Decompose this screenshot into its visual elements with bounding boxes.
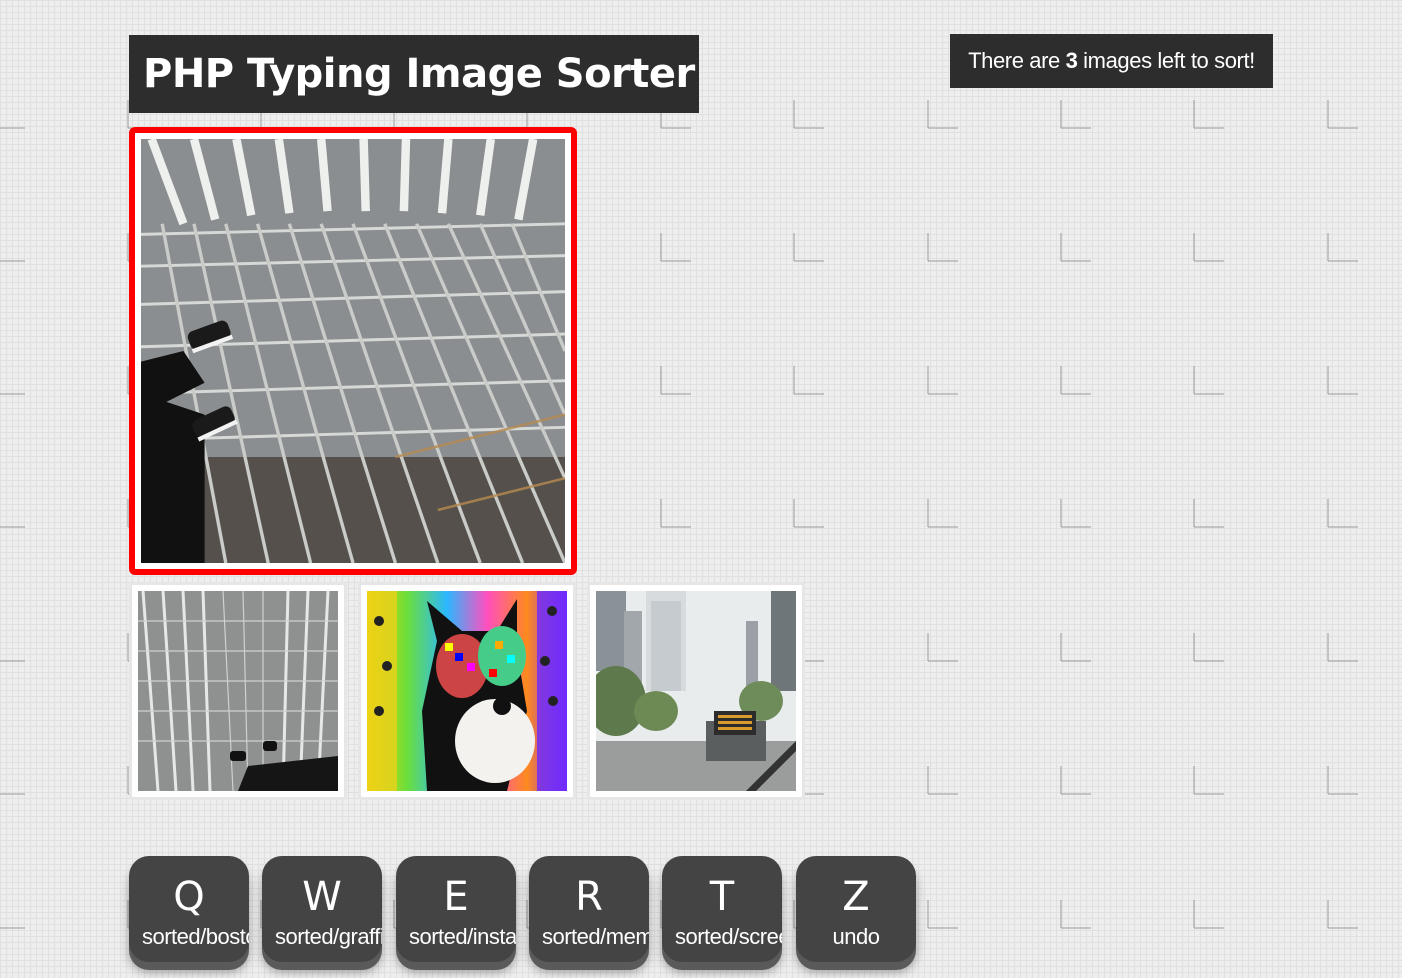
remaining-count: 3 <box>1065 48 1078 73</box>
thumbnail-3[interactable] <box>587 582 805 800</box>
thumbnail-image <box>596 591 796 791</box>
key-letter: R <box>575 874 603 920</box>
counter-prefix: There are <box>968 48 1066 73</box>
key-destination-label: sorted/screenshots <box>675 924 782 949</box>
key-q-button[interactable]: Q sorted/boston <box>129 856 249 962</box>
key-letter: W <box>302 874 342 920</box>
thumbnail-1[interactable] <box>129 582 347 800</box>
key-action-label: undo <box>832 924 880 949</box>
current-image-frame <box>129 127 577 575</box>
thumbnail-image <box>138 591 338 791</box>
key-destination-label: sorted/instagram <box>409 924 516 949</box>
key-z-undo-button[interactable]: Z undo <box>796 856 916 962</box>
key-w-button[interactable]: W sorted/graffiti <box>262 856 382 962</box>
key-letter: E <box>443 874 469 920</box>
page-title: PHP Typing Image Sorter <box>129 35 699 113</box>
key-letter: T <box>709 874 735 920</box>
counter-suffix: images left to sort! <box>1077 48 1255 73</box>
key-destination-label: sorted/boston <box>142 924 249 949</box>
key-t-button[interactable]: T sorted/screenshots <box>662 856 782 962</box>
thumbnail-2[interactable] <box>358 582 576 800</box>
key-letter: Z <box>842 874 870 920</box>
current-image <box>141 139 565 563</box>
key-letter: Q <box>173 874 205 920</box>
key-destination-label: sorted/graffiti <box>275 924 382 949</box>
key-e-button[interactable]: E sorted/instagram <box>396 856 516 962</box>
key-destination-label: sorted/memes <box>542 924 649 949</box>
images-remaining-counter: There are 3 images left to sort! <box>950 34 1273 88</box>
key-r-button[interactable]: R sorted/memes <box>529 856 649 962</box>
thumbnail-image <box>367 591 567 791</box>
